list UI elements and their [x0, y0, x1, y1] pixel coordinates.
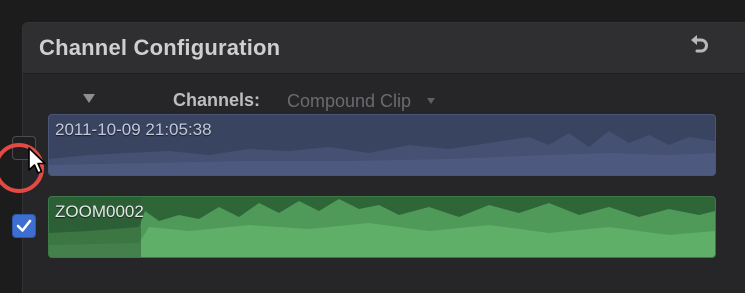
disclosure-triangle-icon[interactable]: [83, 94, 95, 103]
clip-name: 2011-10-09 21:05:38: [55, 120, 212, 139]
channels-label: Channels:: [173, 90, 261, 110]
clip-row[interactable]: ZOOM0002: [48, 196, 716, 258]
checkmark-icon: [16, 219, 32, 232]
clip-2-checkbox[interactable]: [12, 214, 36, 238]
clip-name: ZOOM0002: [55, 202, 144, 221]
dropdown-arrow-icon: [427, 98, 436, 104]
clip-row[interactable]: 2011-10-09 21:05:38: [48, 114, 716, 176]
reset-arrow-icon[interactable]: [687, 33, 713, 59]
channels-dropdown[interactable]: Compound Clip: [287, 90, 436, 112]
clip-1-checkbox[interactable]: [12, 136, 36, 160]
panel-title: Channel Configuration: [39, 35, 281, 60]
panel-header: Channel Configuration: [23, 23, 745, 74]
channels-selected-value: Compound Clip: [287, 90, 412, 111]
waveform-2: [49, 197, 715, 257]
